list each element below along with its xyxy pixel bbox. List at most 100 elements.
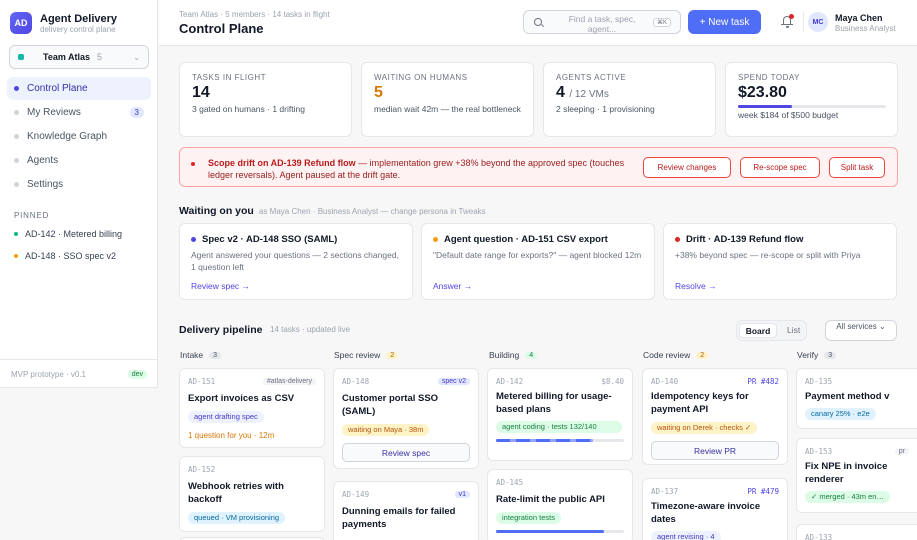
kpi-sub: 3 gated on humans · 1 drifting — [192, 104, 305, 114]
task-title: Rate-limit the public API — [496, 494, 605, 505]
kpi-value: 4 — [556, 84, 565, 101]
task-card-ad-135[interactable]: AD-135 Payment method v canary 25% · e2e — [796, 368, 917, 429]
build-progress-fill — [496, 530, 604, 533]
task-id: AD-137 — [651, 487, 679, 496]
chevron-down-icon: ⌄ — [133, 52, 140, 62]
task-card-ad-152[interactable]: AD-152 Webhook retries with backoff queu… — [179, 456, 325, 532]
pinned-item-ad-148[interactable]: AD-148 · SSO spec v2 — [14, 251, 116, 261]
task-card-ad-133[interactable]: AD-133 — [796, 524, 917, 540]
nav-item-knowledge-graph[interactable]: Knowledge Graph — [7, 125, 151, 148]
task-status-chip: agent coding · tests 132/140 — [496, 421, 622, 433]
waiting-card-title: Agent question · AD-151 CSV export — [444, 234, 608, 245]
review-changes-button[interactable]: Review changes — [643, 157, 731, 178]
services-filter[interactable]: All services ⌄ — [825, 320, 897, 341]
view-board-tab[interactable]: Board — [739, 323, 777, 338]
task-title: Timezone-aware invoice dates — [651, 501, 761, 525]
waiting-card-drift[interactable]: Drift · AD-139 Refund flow +38% beyond s… — [663, 223, 897, 300]
new-task-button[interactable]: + New task — [688, 10, 761, 34]
kpi-tasks-in-flight: TASKS IN FLIGHT 14 3 gated on humans · 1… — [179, 62, 352, 137]
nav-item-control-plane[interactable]: Control Plane — [7, 77, 151, 100]
bell-icon[interactable] — [781, 14, 794, 28]
task-id: AD-133 — [805, 533, 833, 540]
build-progress-bar — [496, 530, 624, 533]
task-card-ad-148[interactable]: AD-148 spec v2 Customer portal SSO (SAML)… — [333, 368, 479, 469]
view-list-tab[interactable]: List — [787, 325, 800, 335]
env-badge: dev — [127, 369, 147, 379]
waiting-card-spec[interactable]: Spec v2 · AD-148 SSO (SAML) Agent answer… — [179, 223, 413, 300]
review-pr-button[interactable]: Review PR — [651, 441, 779, 460]
task-title: Fix NPE in invoice renderer — [805, 461, 888, 485]
kpi-waiting-on-humans: WAITING ON HUMANS 5 median wait 42m — th… — [361, 62, 534, 137]
status-dot-icon — [191, 237, 196, 242]
task-status-chip: ✓ merged · 43m en… — [805, 491, 890, 503]
kpi-value: $23.80 — [738, 84, 787, 101]
answer-link[interactable]: Answer → — [433, 281, 472, 291]
task-id: AD-152 — [188, 465, 216, 474]
waiting-card-title: Spec v2 · AD-148 SSO (SAML) — [202, 234, 338, 245]
task-id: AD-142 — [496, 377, 524, 386]
pinned-item-ad-142[interactable]: AD-142 · Metered billing — [14, 229, 122, 239]
task-title: Metered billing for usage-based plans — [496, 391, 612, 415]
waiting-card-question[interactable]: Agent question · AD-151 CSV export "Defa… — [421, 223, 655, 300]
column-name: Verify — [797, 350, 819, 360]
top-header: Team Atlas · 5 members · 14 tasks in fli… — [159, 0, 917, 46]
task-tag: pr — [894, 448, 909, 455]
status-dot-icon — [433, 237, 438, 242]
alert-title: Scope drift on AD-139 Refund flow — [208, 158, 356, 168]
split-task-button[interactable]: Split task — [829, 157, 885, 178]
pr-link[interactable]: PR #482 — [747, 377, 779, 386]
waiting-card-body: "Default date range for exports?" — agen… — [433, 250, 642, 260]
search-icon — [534, 18, 542, 26]
task-card-ad-145[interactable]: AD-145 Rate-limit the public API integra… — [487, 469, 633, 540]
team-selector[interactable]: Team Atlas 5 ⌄ — [9, 45, 149, 69]
waiting-card-title: Drift · AD-139 Refund flow — [686, 234, 804, 245]
task-id: AD-140 — [651, 377, 679, 386]
column-name: Code review — [643, 350, 691, 360]
task-id: AD-149 — [342, 490, 370, 499]
rescope-spec-button[interactable]: Re-scope spec — [740, 157, 820, 178]
task-status-chip: agent drafting spec — [188, 411, 264, 423]
version-label: MVP prototype · v0.1 — [11, 369, 86, 379]
nav-dot-icon — [14, 182, 19, 187]
nav-item-settings[interactable]: Settings — [7, 173, 151, 196]
pr-link[interactable]: PR #479 — [747, 487, 779, 496]
nav-item-label: My Reviews — [27, 107, 81, 118]
kpi-agents-active: AGENTS ACTIVE 4 / 12 VMs 2 sleeping · 1 … — [543, 62, 716, 137]
review-spec-button[interactable]: Review spec — [342, 443, 470, 462]
kpi-spend-today: SPEND TODAY $23.80 week $184 of $500 bud… — [725, 62, 898, 137]
search-placeholder: Find a task, spec, agent... — [568, 14, 636, 34]
task-status-chip: queued · VM provisioning — [188, 512, 286, 524]
nav-item-my-reviews[interactable]: My Reviews 3 — [7, 101, 151, 124]
page-title: Control Plane — [179, 21, 264, 36]
task-card-ad-149[interactable]: AD-149 v1 Dunning emails for failed payme… — [333, 481, 479, 540]
task-card-ad-153[interactable]: AD-153 pr Fix NPE in invoice renderer ✓ m… — [796, 438, 917, 513]
column-count: 3 — [824, 351, 837, 359]
task-card-ad-137[interactable]: AD-137 PR #479 Timezone-aware invoice dat… — [642, 478, 788, 540]
search-input[interactable]: Find a task, spec, agent... ⌘K — [523, 10, 681, 34]
task-status-chip: waiting on Derek · checks ✓ — [651, 422, 758, 434]
nav-item-agents[interactable]: Agents — [7, 149, 151, 172]
task-card-ad-151[interactable]: AD-151 #atlas-delivery Export invoices as… — [179, 368, 325, 448]
kpi-label: AGENTS ACTIVE — [556, 73, 627, 82]
waiting-section-subtitle: as Maya Chen · Business Analyst — change… — [259, 207, 486, 216]
column-header-intake: Intake 3 — [180, 350, 222, 360]
nav-item-label: Agents — [27, 155, 59, 166]
task-card-ad-140[interactable]: AD-140 PR #482 Idempotency keys for payme… — [642, 368, 788, 465]
build-progress-fill — [496, 439, 594, 442]
resolve-link[interactable]: Resolve → — [675, 281, 717, 291]
task-title: Webhook retries with backoff — [188, 481, 284, 505]
reviews-count-badge: 3 — [129, 107, 144, 118]
review-spec-link[interactable]: Review spec → — [191, 281, 250, 291]
budget-progress-bar — [738, 105, 886, 108]
avatar[interactable]: MC — [808, 12, 828, 32]
column-name: Building — [489, 350, 520, 360]
app-logo: AD — [10, 12, 32, 34]
kpi-value-suffix: / 12 VMs — [569, 89, 609, 100]
task-title: Dunning emails for failed payments — [342, 506, 456, 530]
task-card-ad-142[interactable]: AD-142 $8.40 Metered billing for usage-ba… — [487, 368, 633, 461]
task-status-chip: agent revising · 4 — [651, 531, 721, 540]
task-tag: v1 — [454, 491, 470, 498]
user-name: Maya Chen — [835, 13, 883, 23]
column-count: 2 — [696, 351, 709, 359]
pipeline-subtitle: 14 tasks · updated live — [270, 325, 351, 334]
